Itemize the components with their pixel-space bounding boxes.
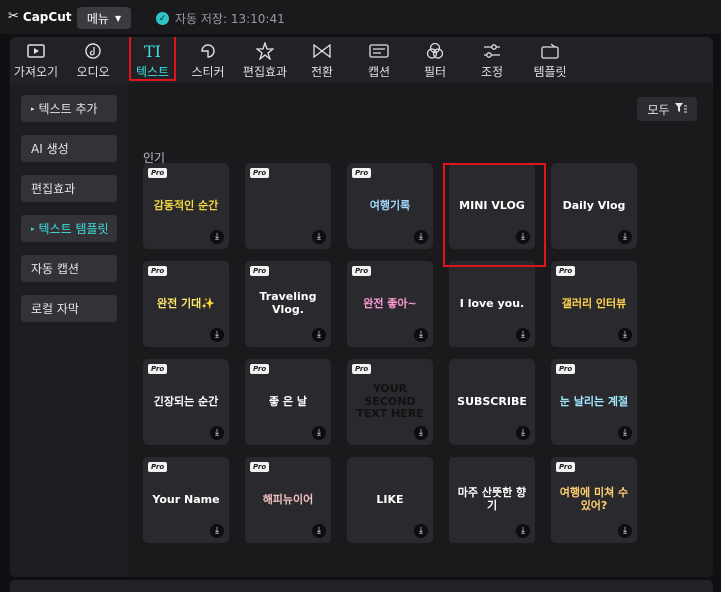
tab-label: 필터 xyxy=(423,65,447,79)
download-icon[interactable]: ⤓ xyxy=(414,426,428,440)
autosave-text: 자동 저장: 13:10:41 xyxy=(175,12,285,26)
download-icon[interactable]: ⤓ xyxy=(210,426,224,440)
template-content: 모두 인기 Pro 감동적인 순간 ⤓ Pro ⤓ Pro 여행기록 ⤓ MINI VLOG ⤓ D… xyxy=(128,83,713,577)
tab-sticker[interactable]: 스티커 xyxy=(184,37,232,83)
sidebar-item-effects[interactable]: 편집효과 xyxy=(21,175,117,202)
tab-import[interactable]: 가져오기 xyxy=(10,37,62,83)
sidebar-item-add-text[interactable]: ▸ 텍스트 추가 xyxy=(21,95,117,122)
template-card[interactable]: Pro 여행에 미쳐 수 있어? ⤓ xyxy=(551,457,637,543)
download-icon[interactable]: ⤓ xyxy=(414,328,428,342)
sidebar-item-label: 텍스트 템플릿 xyxy=(38,222,109,236)
template-card[interactable]: I love you. ⤓ xyxy=(449,261,535,347)
sidebar-item-label: 자동 캡션 xyxy=(31,262,79,276)
sidebar-item-local-subtitle[interactable]: 로컬 자막 xyxy=(21,295,117,322)
template-card[interactable]: Pro YOUR SECOND TEXT HERE ⤓ xyxy=(347,359,433,445)
template-card[interactable]: Pro 좋 은 날 ⤓ xyxy=(245,359,331,445)
template-card[interactable]: Pro 해피뉴이어 ⤓ xyxy=(245,457,331,543)
tab-filter[interactable]: 필터 xyxy=(415,37,455,83)
filter-label: 모두 xyxy=(647,102,670,117)
template-card[interactable]: SUBSCRIBE ⤓ xyxy=(449,359,535,445)
top-bar: ✂ CapCut 메뉴 ▼ ✓ 자동 저장: 13:10:41 xyxy=(0,0,721,34)
timeline-bar xyxy=(10,580,713,592)
template-card[interactable]: 마주 산뜻한 향기 ⤓ xyxy=(449,457,535,543)
download-icon[interactable]: ⤓ xyxy=(312,524,326,538)
sidebar-item-label: 로컬 자막 xyxy=(31,302,79,316)
download-icon[interactable]: ⤓ xyxy=(618,426,632,440)
download-icon[interactable]: ⤓ xyxy=(312,230,326,244)
sidebar: ▸ 텍스트 추가 AI 생성 편집효과 ▸ 텍스트 템플릿 자동 캡션 로컬 자… xyxy=(10,83,128,577)
sidebar-item-ai-generate[interactable]: AI 생성 xyxy=(21,135,117,162)
text-tab-highlight xyxy=(129,37,176,81)
download-icon[interactable]: ⤓ xyxy=(516,328,530,342)
tab-label: 오디오 xyxy=(76,65,110,79)
download-icon[interactable]: ⤓ xyxy=(312,426,326,440)
download-icon[interactable]: ⤓ xyxy=(618,230,632,244)
media-panel: 가져오기 오디오 TI 텍스트 스티커 편집효과 전환 캡션 필터 조정 템플릿… xyxy=(10,37,713,577)
capcut-logo-icon: ✂ xyxy=(8,9,19,24)
download-icon[interactable]: ⤓ xyxy=(414,230,428,244)
sidebar-item-label: 편집효과 xyxy=(31,182,76,196)
download-icon[interactable]: ⤓ xyxy=(618,328,632,342)
template-card[interactable]: Pro 여행기록 ⤓ xyxy=(347,163,433,249)
template-card[interactable]: Pro 눈 날리는 계절 ⤓ xyxy=(551,359,637,445)
filter-dropdown[interactable]: 모두 xyxy=(637,97,697,121)
template-card[interactable]: Pro Traveling Vlog. ⤓ xyxy=(245,261,331,347)
tab-adjust[interactable]: 조정 xyxy=(472,37,512,83)
funnel-icon xyxy=(674,102,687,116)
template-card[interactable]: Pro Your Name ⤓ xyxy=(143,457,229,543)
mini-vlog-highlight xyxy=(443,163,546,267)
capcut-logo: ✂ CapCut xyxy=(8,9,72,24)
template-card[interactable]: Pro 갤러리 인터뷰 ⤓ xyxy=(551,261,637,347)
template-card[interactable]: Daily Vlog ⤓ xyxy=(551,163,637,249)
download-icon[interactable]: ⤓ xyxy=(210,524,224,538)
template-card[interactable]: Pro 감동적인 순간 ⤓ xyxy=(143,163,229,249)
tab-label: 전환 xyxy=(310,65,334,79)
template-card[interactable]: Pro 완전 좋아~ ⤓ xyxy=(347,261,433,347)
caret-right-icon: ▸ xyxy=(31,224,35,233)
transition-icon xyxy=(313,41,331,61)
adjust-icon xyxy=(483,41,501,61)
tab-transition[interactable]: 전환 xyxy=(302,37,342,83)
download-icon[interactable]: ⤓ xyxy=(516,426,530,440)
tab-label: 캡션 xyxy=(367,65,391,79)
menu-label: 메뉴 xyxy=(86,11,109,26)
effects-icon xyxy=(256,41,274,61)
check-icon: ✓ xyxy=(156,12,169,25)
download-icon[interactable]: ⤓ xyxy=(210,328,224,342)
sidebar-item-label: 텍스트 추가 xyxy=(38,102,98,116)
template-card[interactable]: Pro ⤓ xyxy=(245,163,331,249)
tab-label: 템플릿 xyxy=(533,65,567,79)
sticker-icon xyxy=(200,41,216,61)
tab-bar: 가져오기 오디오 TI 텍스트 스티커 편집효과 전환 캡션 필터 조정 템플릿 xyxy=(10,37,713,83)
sidebar-item-auto-caption[interactable]: 자동 캡션 xyxy=(21,255,117,282)
download-icon[interactable]: ⤓ xyxy=(618,524,632,538)
tab-label: 스티커 xyxy=(191,65,225,79)
download-icon[interactable]: ⤓ xyxy=(414,524,428,538)
tab-template[interactable]: 템플릿 xyxy=(526,37,574,83)
download-icon[interactable]: ⤓ xyxy=(210,230,224,244)
download-icon[interactable]: ⤓ xyxy=(516,524,530,538)
import-icon xyxy=(27,41,45,61)
filter-icon xyxy=(426,41,444,61)
tab-audio[interactable]: 오디오 xyxy=(69,37,117,83)
template-card[interactable]: Pro 긴장되는 순간 ⤓ xyxy=(143,359,229,445)
template-icon xyxy=(541,41,559,61)
autosave-status: ✓ 자동 저장: 13:10:41 xyxy=(156,10,285,27)
tab-caption[interactable]: 캡션 xyxy=(359,37,399,83)
tab-effects[interactable]: 편집효과 xyxy=(237,37,293,83)
chevron-down-icon: ▼ xyxy=(114,13,122,23)
caption-icon xyxy=(369,41,389,61)
tab-label: 가져오기 xyxy=(13,65,59,79)
app-name: CapCut xyxy=(22,9,72,24)
menu-button[interactable]: 메뉴 ▼ xyxy=(77,7,131,29)
tab-label: 조정 xyxy=(480,65,504,79)
sidebar-item-label: AI 생성 xyxy=(31,142,69,156)
tab-label: 편집효과 xyxy=(242,65,288,79)
template-card[interactable]: Pro 완전 기대✨ ⤓ xyxy=(143,261,229,347)
audio-icon xyxy=(85,41,101,61)
download-icon[interactable]: ⤓ xyxy=(312,328,326,342)
sidebar-item-text-template[interactable]: ▸ 텍스트 템플릿 xyxy=(21,215,117,242)
caret-right-icon: ▸ xyxy=(31,104,35,113)
template-card[interactable]: LIKE ⤓ xyxy=(347,457,433,543)
